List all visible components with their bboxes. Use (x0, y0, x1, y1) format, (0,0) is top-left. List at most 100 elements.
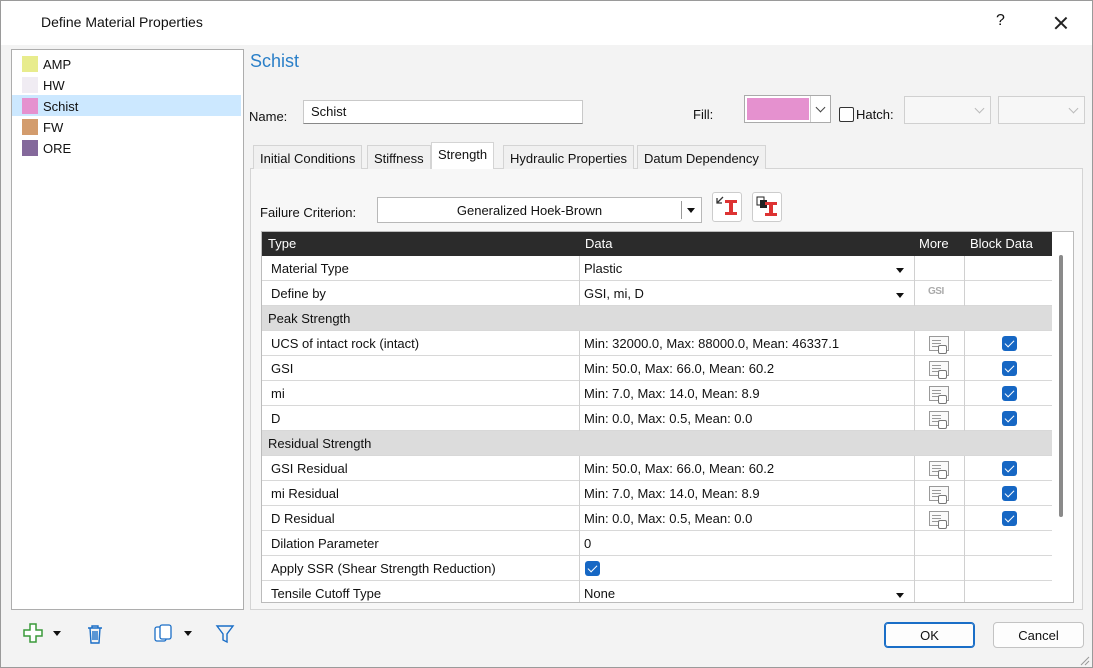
property-type: D Residual (271, 511, 335, 526)
statistics-dialog-icon[interactable] (929, 386, 949, 404)
material-color-swatch (22, 77, 38, 93)
estimate-parameters-button[interactable] (712, 192, 742, 222)
resize-grip-icon[interactable] (1077, 653, 1091, 667)
dropdown-arrow-icon[interactable] (896, 593, 904, 598)
grid-scrollbar[interactable] (1059, 255, 1063, 517)
tab-strength[interactable]: Strength (431, 142, 495, 169)
ok-button[interactable]: OK (884, 622, 975, 648)
table-row: GSI Residual Min: 50.0, Max: 66.0, Mean: … (262, 456, 1052, 481)
hatch-color-dropdown[interactable] (998, 96, 1085, 124)
property-value[interactable]: 0 (584, 536, 591, 551)
filter-button[interactable] (215, 623, 235, 645)
property-value[interactable]: Min: 7.0, Max: 14.0, Mean: 8.9 (584, 486, 760, 501)
property-type: D (271, 411, 281, 426)
property-type: GSI Residual (271, 461, 348, 476)
property-type: GSI (271, 361, 294, 376)
add-dropdown-arrow-icon[interactable] (53, 631, 61, 636)
property-type: Define by (271, 286, 326, 301)
block-data-checkbox[interactable] (1002, 386, 1017, 401)
failure-criterion-value: Generalized Hoek-Brown (456, 203, 603, 218)
header-data: Data (585, 236, 613, 251)
copy-icon (154, 624, 172, 642)
add-material-button[interactable] (22, 622, 44, 644)
material-name: FW (43, 120, 64, 135)
table-row: D Min: 0.0, Max: 0.5, Mean: 0.0 (262, 406, 1052, 431)
material-name: AMP (43, 57, 72, 72)
property-value[interactable]: Min: 0.0, Max: 0.5, Mean: 0.0 (584, 411, 752, 426)
material-item[interactable]: Schist (12, 95, 241, 116)
property-value[interactable]: Min: 0.0, Max: 0.5, Mean: 0.0 (584, 511, 752, 526)
title-bar: Define Material Properties ? (1, 1, 1092, 45)
name-input[interactable]: Schist (303, 100, 583, 124)
cell-divider (964, 531, 965, 556)
property-value[interactable]: Min: 50.0, Max: 66.0, Mean: 60.2 (584, 461, 774, 476)
block-data-checkbox[interactable] (1002, 411, 1017, 426)
statistics-dialog-icon[interactable] (929, 336, 949, 354)
property-type: Tensile Cutoff Type (271, 586, 382, 601)
property-value[interactable]: Plastic (584, 261, 622, 276)
statistics-dialog-icon[interactable] (929, 461, 949, 479)
material-item[interactable]: AMP (12, 53, 241, 74)
property-value[interactable]: Min: 32000.0, Max: 88000.0, Mean: 46337.… (584, 336, 839, 351)
cell-divider (914, 531, 915, 556)
cell-divider (964, 556, 965, 581)
block-data-checkbox[interactable] (1002, 486, 1017, 501)
fill-color-dropdown[interactable] (744, 95, 831, 123)
ssr-checkbox[interactable] (585, 561, 600, 576)
block-data-checkbox[interactable] (1002, 461, 1017, 476)
property-value[interactable]: None (584, 586, 615, 601)
cell-divider (579, 381, 580, 406)
tab-datum-dependency[interactable]: Datum Dependency (637, 145, 766, 169)
header-block-data: Block Data (970, 236, 1033, 251)
cell-divider (964, 281, 965, 306)
failure-criterion-dropdown[interactable]: Generalized Hoek-Brown (377, 197, 702, 223)
tab-initial-conditions[interactable]: Initial Conditions (253, 145, 363, 169)
material-item[interactable]: FW (12, 116, 241, 137)
cell-divider (579, 406, 580, 431)
material-name: Schist (43, 99, 79, 114)
statistics-dialog-icon[interactable] (929, 486, 949, 504)
block-data-checkbox[interactable] (1002, 336, 1017, 351)
material-color-swatch (22, 98, 38, 114)
block-data-checkbox[interactable] (1002, 511, 1017, 526)
material-item[interactable]: ORE (12, 137, 241, 158)
property-value[interactable]: Min: 7.0, Max: 14.0, Mean: 8.9 (584, 386, 760, 401)
dropdown-arrow-icon[interactable] (896, 293, 904, 298)
chevron-down-icon[interactable] (810, 96, 830, 122)
help-button[interactable]: ? (996, 12, 1005, 30)
cell-divider (914, 356, 915, 381)
cancel-button[interactable]: Cancel (993, 622, 1084, 648)
cell-divider (579, 581, 580, 602)
close-icon[interactable] (1047, 9, 1075, 37)
cell-divider (579, 556, 580, 581)
material-item[interactable]: HW (12, 74, 241, 95)
section-title: Peak Strength (268, 311, 351, 326)
hatch-pattern-dropdown[interactable] (904, 96, 991, 124)
cell-divider (579, 456, 580, 481)
property-value[interactable]: GSI, mi, D (584, 286, 644, 301)
tab-stiffness[interactable]: Stiffness (367, 145, 431, 169)
material-color-swatch (22, 56, 38, 72)
block-data-checkbox[interactable] (1002, 361, 1017, 376)
property-value[interactable]: Min: 50.0, Max: 66.0, Mean: 60.2 (584, 361, 774, 376)
table-row: Define by GSI, mi, D GSI (262, 281, 1052, 306)
copy-material-button[interactable] (153, 623, 175, 645)
hatch-checkbox[interactable] (839, 107, 854, 122)
delete-material-button[interactable] (85, 623, 105, 645)
material-name: HW (43, 78, 65, 93)
material-color-swatch (22, 119, 38, 135)
statistics-dialog-icon[interactable] (929, 361, 949, 379)
copy-parameters-button[interactable] (752, 192, 782, 222)
copy-dropdown-arrow-icon[interactable] (184, 631, 192, 636)
gsi-chart-icon[interactable]: GSI (928, 286, 944, 297)
statistics-dialog-icon[interactable] (929, 511, 949, 529)
dropdown-arrow-icon[interactable] (896, 268, 904, 273)
fill-label: Fill: (693, 107, 714, 122)
cell-divider (579, 256, 580, 281)
property-type: Dilation Parameter (271, 536, 379, 551)
material-heading: Schist (250, 51, 300, 71)
statistics-dialog-icon[interactable] (929, 411, 949, 429)
table-row: mi Min: 7.0, Max: 14.0, Mean: 8.9 (262, 381, 1052, 406)
tab-hydraulic-properties[interactable]: Hydraulic Properties (503, 145, 635, 169)
cell-divider (914, 581, 915, 602)
